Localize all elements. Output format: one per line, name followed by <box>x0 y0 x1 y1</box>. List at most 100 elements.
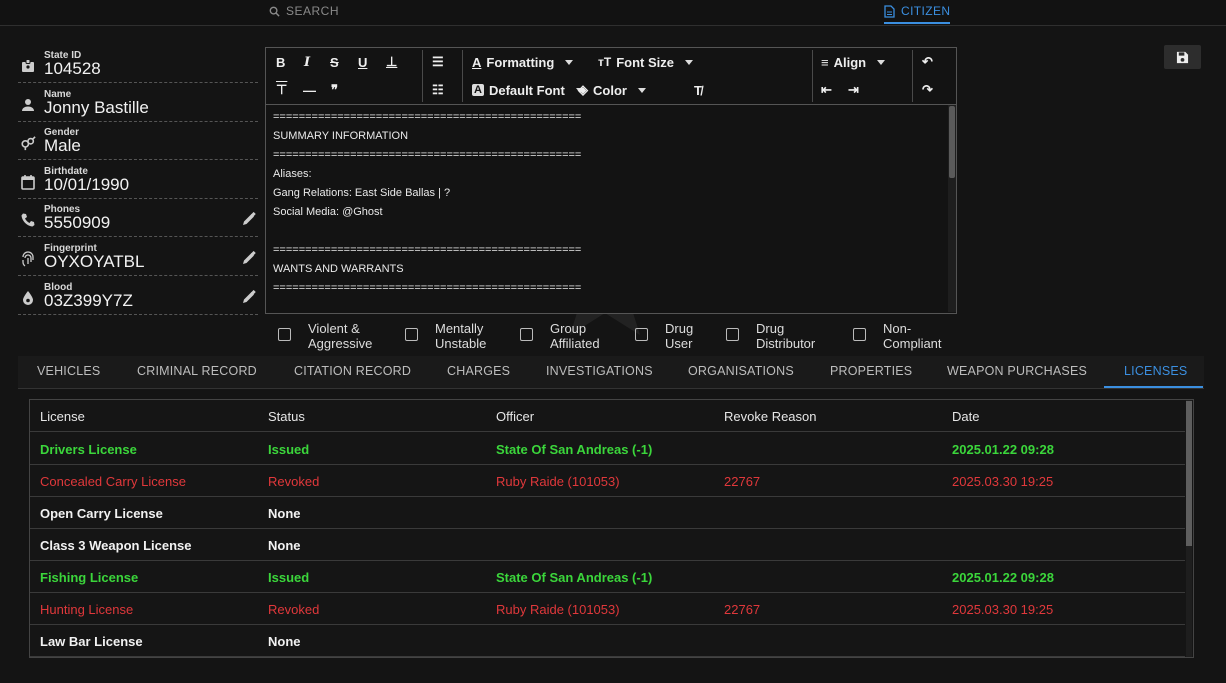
font-size-dropdown[interactable]: ᴛT Font Size <box>598 52 693 72</box>
checkbox[interactable] <box>278 328 291 341</box>
redo-button[interactable]: ↷ <box>922 80 933 100</box>
field-fingerprint: Fingerprint OYXOYATBL <box>18 239 258 276</box>
formatting-dropdown[interactable]: A Formatting <box>472 52 574 72</box>
numbered-list-icon: ☷ <box>432 82 444 97</box>
checkbox[interactable] <box>726 328 739 341</box>
numbered-list-button[interactable]: ☷ <box>432 80 444 100</box>
bold-button[interactable]: B <box>276 52 285 72</box>
cell-date: 2025.01.22 09:28 <box>952 442 1054 457</box>
checkbox[interactable] <box>635 328 648 341</box>
edit-blood-pencil-icon[interactable] <box>242 289 256 304</box>
superscript-button[interactable]: ⊤ <box>276 80 287 100</box>
clear-format-button[interactable]: T̸ <box>694 80 702 100</box>
italic-button[interactable]: I <box>304 52 310 72</box>
flag-label: Drug <box>756 321 785 336</box>
subscript-icon: ⊥ <box>386 54 398 69</box>
cell-license: Open Carry License <box>40 506 163 521</box>
chevron-down-icon <box>877 59 886 65</box>
cell-status: Issued <box>268 442 310 457</box>
cell-officer: State Of San Andreas (-1) <box>496 570 653 585</box>
cell-officer: State Of San Andreas (-1) <box>496 442 653 457</box>
tab-weapon-purchases[interactable]: WEAPON PURCHASES <box>947 364 1087 378</box>
strikethrough-button[interactable]: S <box>330 52 339 72</box>
font-family-icon: A <box>472 84 484 96</box>
font-family-dropdown[interactable]: A Default Font <box>472 80 584 100</box>
flag-label: Aggressive <box>308 336 373 351</box>
table-row[interactable]: Fishing License Issued State Of San Andrea… <box>30 561 1185 593</box>
strikethrough-icon: S <box>330 54 339 70</box>
flag-drug-distributor[interactable]: Drug Distributor <box>726 321 815 351</box>
table-row[interactable]: Class 3 Weapon License None <box>30 529 1185 561</box>
tab-criminal-record[interactable]: CRIMINAL RECORD <box>137 364 257 378</box>
align-dropdown[interactable]: ≡ Align <box>821 52 886 72</box>
field-value: Male <box>44 136 81 156</box>
cell-license: Fishing License <box>40 570 139 585</box>
undo-button[interactable]: ↶ <box>922 52 933 72</box>
editor-line: Aliases: <box>273 168 312 180</box>
column-header: License <box>40 409 85 424</box>
tab-charges[interactable]: CHARGES <box>447 364 510 378</box>
flag-mentally-unstable[interactable]: Mentally Unstable <box>405 321 486 351</box>
table-row[interactable]: Open Carry License None <box>30 497 1185 529</box>
tab-investigations[interactable]: INVESTIGATIONS <box>546 364 653 378</box>
subscript-button[interactable]: ⊥ <box>386 52 397 72</box>
calendar-icon <box>21 174 35 190</box>
table-row[interactable]: Drivers License Issued State Of San Andrea… <box>30 433 1185 465</box>
flag-label: Distributor <box>756 336 816 351</box>
checkbox[interactable] <box>853 328 866 341</box>
document-icon <box>884 4 895 18</box>
formatting-label: Formatting <box>486 54 555 70</box>
column-header: Officer <box>496 409 535 424</box>
record-tabs: VEHICLES CRIMINAL RECORD CITATION RECORD… <box>18 356 1204 389</box>
flag-non-compliant[interactable]: Non- Compliant <box>853 321 942 351</box>
redo-icon: ↷ <box>922 82 933 97</box>
indent-button[interactable]: ⇥ <box>848 80 859 100</box>
horizontal-rule-button[interactable]: — <box>303 80 316 100</box>
table-scrollbar-thumb[interactable] <box>1186 401 1192 546</box>
cell-status: Revoked <box>268 602 320 617</box>
undo-icon: ↶ <box>922 54 933 69</box>
tab-organisations[interactable]: ORGANISATIONS <box>688 364 794 378</box>
tab-properties[interactable]: PROPERTIES <box>830 364 912 378</box>
checkbox[interactable] <box>520 328 533 341</box>
table-row[interactable]: Concealed Carry License Revoked Ruby Raide… <box>30 465 1185 497</box>
color-dropdown[interactable]: ◈ Color <box>578 80 646 100</box>
cell-date: 2025.03.30 19:25 <box>952 474 1054 489</box>
table-row[interactable]: Hunting License Revoked Ruby Raide (101053… <box>30 593 1185 625</box>
table-header-row: License Status Officer Revoke Reason Dat… <box>30 400 1185 432</box>
blood-drop-icon <box>23 290 33 305</box>
outdent-button[interactable]: ⇤ <box>821 80 832 100</box>
field-value: OYXOYATBL <box>44 251 145 271</box>
edit-fingerprint-pencil-icon[interactable] <box>242 250 256 265</box>
align-left-icon: ≡ <box>821 54 829 70</box>
save-button[interactable] <box>1164 45 1201 69</box>
cell-officer: Ruby Raide (101053) <box>496 474 620 489</box>
tab-vehicles[interactable]: VEHICLES <box>37 364 100 378</box>
search-label: SEARCH <box>286 4 340 18</box>
citizen-tab[interactable]: CITIZEN <box>884 4 951 24</box>
search-icon <box>269 6 280 17</box>
editor-scrollbar-thumb[interactable] <box>949 106 955 178</box>
underline-button[interactable]: U <box>358 52 367 72</box>
checkbox[interactable] <box>405 328 418 341</box>
flag-drug-user[interactable]: Drug User <box>635 321 693 351</box>
horizontal-rule-icon: — <box>303 82 316 98</box>
edit-phones-pencil-icon[interactable] <box>242 212 256 226</box>
cell-license: Hunting License <box>40 602 134 617</box>
cell-reason: 22767 <box>724 602 761 617</box>
table-row[interactable]: Law Bar License None <box>30 625 1185 657</box>
tab-licenses[interactable]: LICENSES <box>1124 364 1187 378</box>
editor-line: ========================================… <box>273 111 582 123</box>
editor-content-area[interactable]: ========================================… <box>273 108 943 298</box>
field-blood: Blood 03Z399Y7Z <box>18 278 258 315</box>
flag-violent-aggressive[interactable]: Violent & Aggressive <box>278 321 372 351</box>
cell-license: Drivers License <box>40 442 137 457</box>
notes-editor: B I S U ⊥ ⊤ — ❞ ☰ ☷ A Formatting ᴛT Font… <box>265 47 957 314</box>
toolbar-divider <box>422 50 423 102</box>
flag-group-affiliated[interactable]: Group Affiliated <box>520 321 600 351</box>
tab-citation-record[interactable]: CITATION RECORD <box>294 364 411 378</box>
search-button[interactable]: SEARCH <box>269 4 339 18</box>
blockquote-button[interactable]: ❞ <box>331 80 338 100</box>
bullet-list-button[interactable]: ☰ <box>432 52 444 72</box>
